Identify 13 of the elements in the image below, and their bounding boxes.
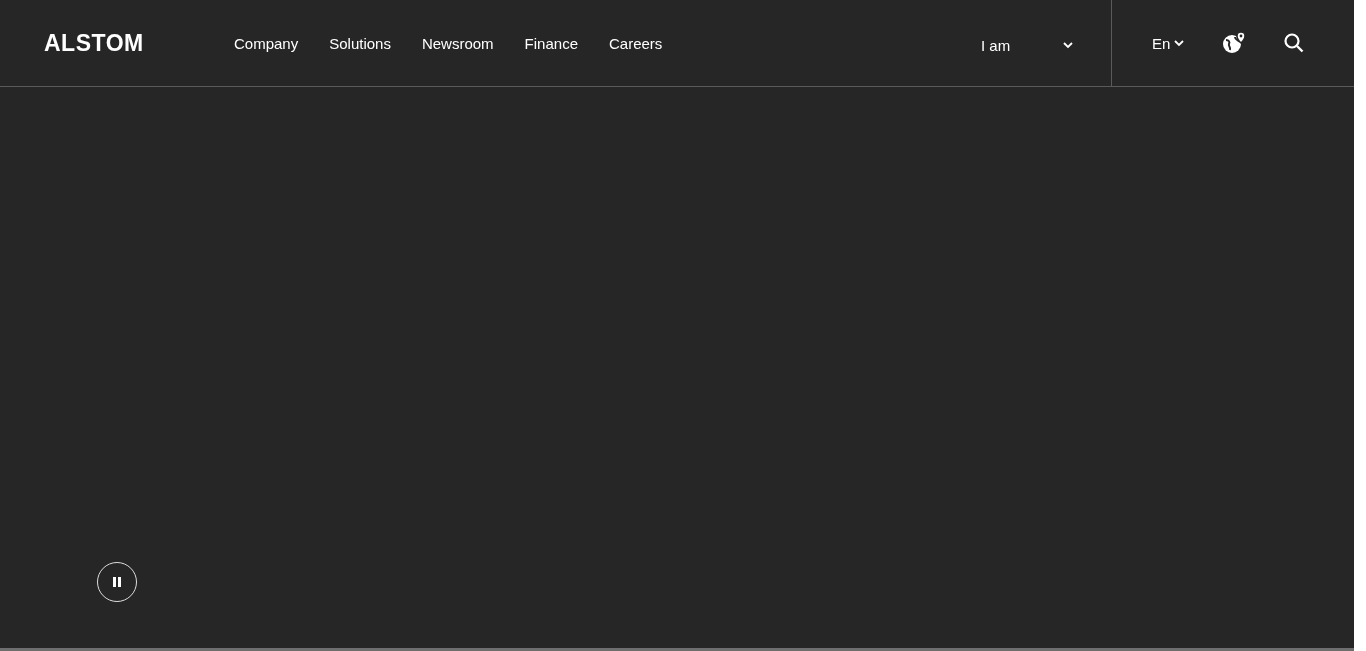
nav-link[interactable]: Solutions (329, 34, 391, 52)
logo[interactable]: ALSTOM (44, 29, 234, 57)
search-icon[interactable] (1284, 33, 1305, 53)
chevron-icon (1174, 39, 1185, 47)
audience-select[interactable]: I am (981, 36, 1073, 54)
nav-link[interactable]: Careers (609, 34, 663, 52)
nav-link[interactable]: Company (234, 34, 299, 52)
pause-icon (112, 577, 122, 587)
globe-pin-icon[interactable] (1222, 31, 1247, 55)
nav-link[interactable]: Newsroom (421, 34, 494, 52)
chevron-icon (1063, 41, 1073, 49)
nav-link[interactable]: Finance (524, 34, 578, 52)
language-select[interactable]: En (1152, 34, 1185, 52)
